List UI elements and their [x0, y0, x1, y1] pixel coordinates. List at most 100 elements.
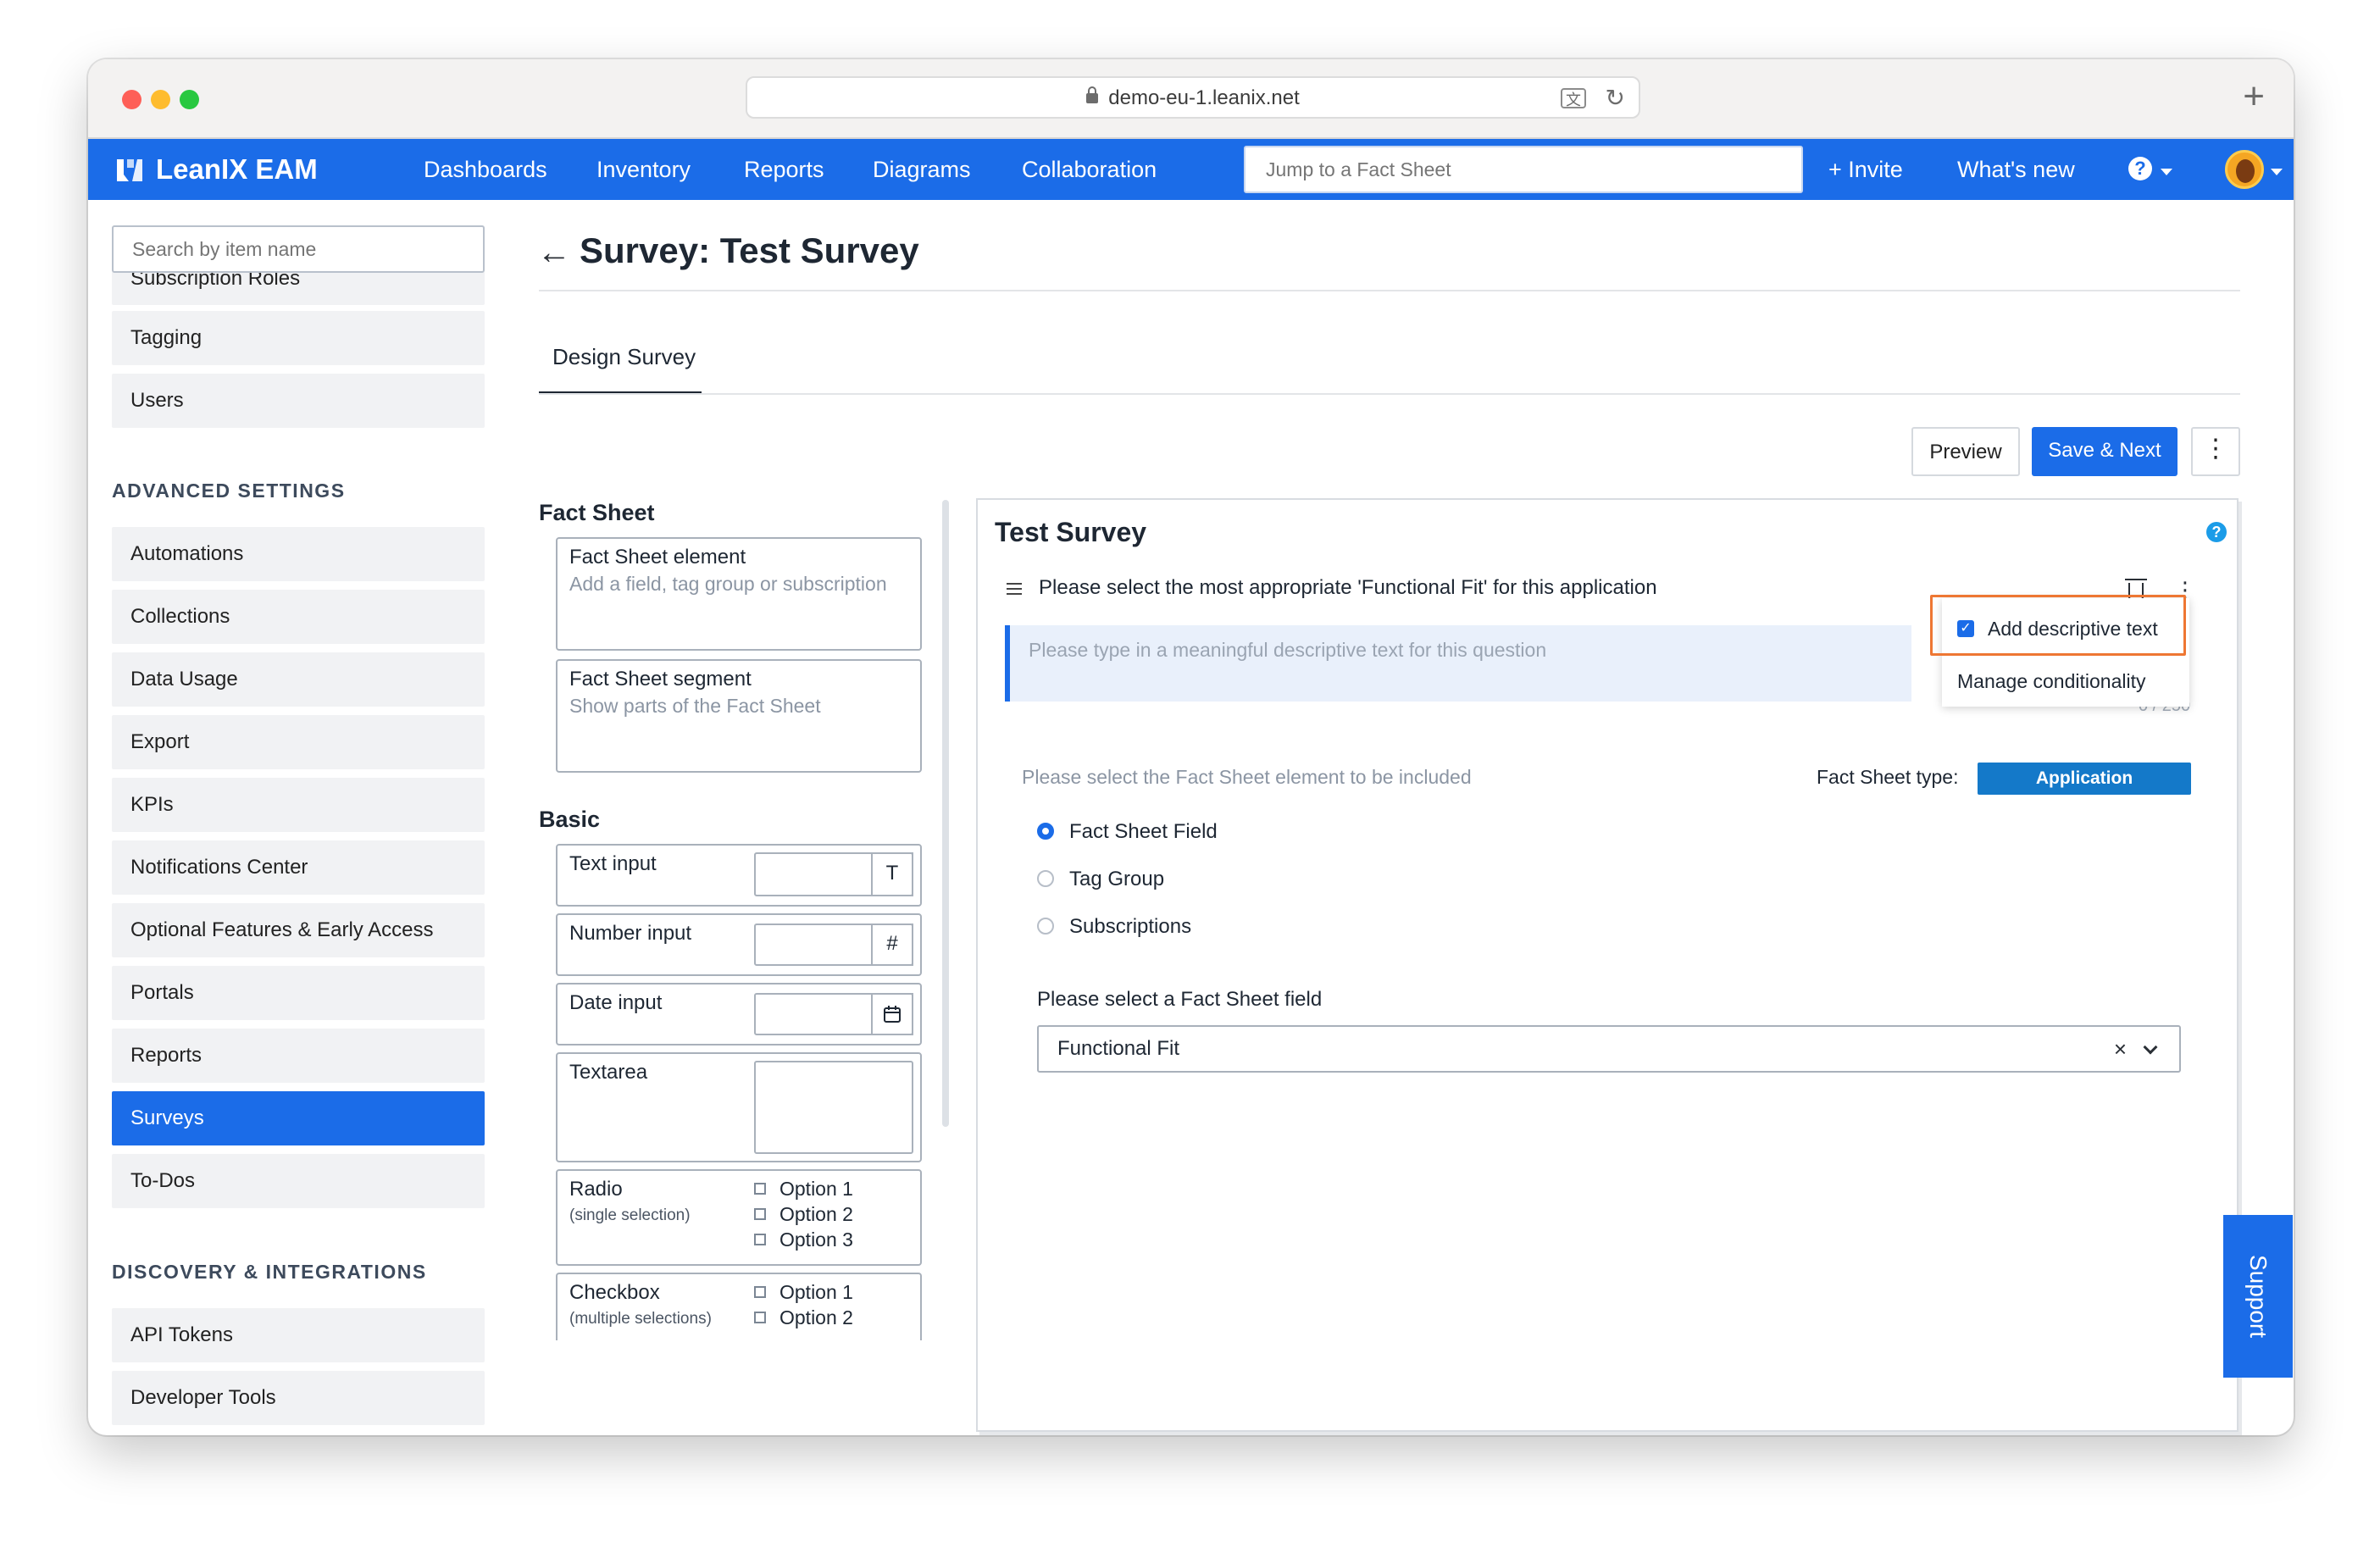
text-type-icon: T [871, 852, 913, 896]
option-label: Option 2 [779, 1203, 853, 1225]
tab-design-survey[interactable]: Design Survey [552, 344, 696, 370]
radio-option: Option 1 [754, 1178, 853, 1201]
radio-tag-group[interactable]: Tag Group [1037, 868, 1164, 891]
save-next-button[interactable]: Save & Next [2032, 427, 2178, 476]
new-tab-icon[interactable]: + [2243, 73, 2265, 120]
sidebar-item-to-dos[interactable]: To-Dos [112, 1154, 485, 1208]
menu-item-manage-conditionality[interactable]: Manage conditionality [1942, 656, 2189, 707]
option-box-icon [754, 1311, 766, 1323]
card-title: Radio [569, 1178, 623, 1201]
date-input-card[interactable]: Date input [556, 983, 922, 1046]
maximize-window-button[interactable] [180, 90, 199, 109]
title-divider [539, 290, 2240, 291]
option-label: Option 1 [779, 1178, 853, 1200]
card-title: Fact Sheet element [569, 546, 746, 569]
translate-icon[interactable]: 文 [1561, 88, 1586, 108]
card-title: Number input [569, 922, 692, 945]
url-text: demo-eu-1.leanix.net [1108, 86, 1300, 109]
card-title: Date input [569, 991, 663, 1014]
sidebar-item-export[interactable]: Export [112, 715, 485, 769]
sidebar-item-portals[interactable]: Portals [112, 966, 485, 1020]
radio-subscriptions[interactable]: Subscriptions [1037, 915, 1191, 939]
option-label: Option 1 [779, 1281, 853, 1303]
text-input-preview: T [754, 852, 913, 896]
sidebar-item-api-tokens[interactable]: API Tokens [112, 1308, 485, 1362]
brand-name[interactable]: LeanIX EAM [156, 153, 318, 186]
sidebar-item-tagging[interactable]: Tagging [112, 311, 485, 365]
support-label: Support [2245, 1254, 2272, 1339]
info-icon[interactable]: ? [2206, 522, 2227, 542]
question-text: Please select the most appropriate 'Func… [1039, 576, 1657, 599]
sidebar-search-input[interactable] [112, 225, 485, 273]
back-arrow-icon[interactable]: ← [537, 236, 571, 269]
url-display: demo-eu-1.leanix.net [747, 78, 1639, 117]
fact-sheet-segment-card[interactable]: Fact Sheet segment Show parts of the Fac… [556, 659, 922, 773]
text-input-card[interactable]: Text input T [556, 844, 922, 907]
nav-collaboration[interactable]: Collaboration [1022, 154, 1157, 185]
sidebar-item-collections[interactable]: Collections [112, 590, 485, 644]
date-input-preview [754, 993, 913, 1035]
sidebar-item-users[interactable]: Users [112, 374, 485, 428]
reload-icon[interactable]: ↻ [1606, 85, 1625, 112]
minimize-window-button[interactable] [151, 90, 170, 109]
sidebar-item-surveys[interactable]: Surveys [112, 1091, 485, 1145]
invite-button[interactable]: + Invite [1828, 154, 1903, 185]
card-hint: (multiple selections) [569, 1310, 712, 1328]
advanced-settings-heading: ADVANCED SETTINGS [112, 480, 346, 502]
preview-button[interactable]: Preview [1911, 427, 2020, 476]
textarea-card[interactable]: Textarea [556, 1052, 922, 1162]
more-options-icon[interactable]: ⋮ [2191, 427, 2240, 476]
basic-heading: Basic [539, 807, 601, 832]
sidebar-item-kpis[interactable]: KPIs [112, 778, 485, 832]
fact-sheet-type-badge[interactable]: Application [1978, 763, 2191, 795]
sidebar-item-data-usage[interactable]: Data Usage [112, 652, 485, 707]
chevron-down-icon[interactable] [2143, 1040, 2158, 1055]
descriptive-text-area[interactable]: Please type in a meaningful descriptive … [1005, 625, 1911, 702]
number-input-card[interactable]: Number input # [556, 913, 922, 976]
jump-to-fact-sheet-input[interactable] [1244, 146, 1803, 193]
sidebar-item-developer-tools[interactable]: Developer Tools [112, 1371, 485, 1425]
card-title: Textarea [569, 1061, 648, 1084]
page-title: Survey: Test Survey [580, 230, 919, 270]
nav-inventory[interactable]: Inventory [596, 154, 691, 185]
support-tab[interactable]: Support [2223, 1215, 2293, 1378]
browser-titlebar: demo-eu-1.leanix.net 文 ↻ + [88, 59, 2294, 139]
card-title: Text input [569, 852, 657, 875]
radio-label: Subscriptions [1069, 915, 1192, 938]
palette-scrollbar[interactable] [942, 500, 949, 1127]
discovery-integrations-heading: DISCOVERY & INTEGRATIONS [112, 1261, 427, 1283]
radio-option: Option 3 [754, 1229, 853, 1251]
radio-option: Option 2 [754, 1203, 853, 1226]
fact-sheet-element-card[interactable]: Fact Sheet element Add a field, tag grou… [556, 537, 922, 651]
drag-handle-icon[interactable] [1007, 583, 1022, 595]
sidebar-item-notifications-center[interactable]: Notifications Center [112, 840, 485, 895]
nav-dashboards[interactable]: Dashboards [424, 154, 547, 185]
checkbox-option: Option 2 [754, 1306, 853, 1329]
avatar-caret-icon[interactable] [2271, 169, 2283, 175]
option-label: Option 3 [779, 1229, 853, 1251]
address-bar[interactable]: demo-eu-1.leanix.net 文 ↻ [746, 76, 1640, 119]
select-element-label: Please select the Fact Sheet element to … [1022, 766, 1472, 788]
radio-unselected-icon [1037, 869, 1054, 887]
user-avatar[interactable] [2225, 150, 2264, 189]
descriptive-text-placeholder: Please type in a meaningful descriptive … [1029, 639, 1547, 661]
radio-fact-sheet-field[interactable]: Fact Sheet Field [1037, 820, 1218, 844]
whats-new-link[interactable]: What's new [1957, 154, 2075, 185]
close-window-button[interactable] [122, 90, 141, 109]
highlight-box [1930, 595, 2186, 656]
sidebar-item-subscription-roles[interactable]: Subscription Roles [112, 271, 485, 305]
sidebar-item-reports[interactable]: Reports [112, 1029, 485, 1083]
sidebar-item-automations[interactable]: Automations [112, 527, 485, 581]
calendar-icon [871, 993, 913, 1035]
radio-card[interactable]: Radio (single selection) Option 1 Option… [556, 1169, 922, 1266]
help-caret-icon[interactable] [2161, 169, 2172, 175]
nav-diagrams[interactable]: Diagrams [873, 154, 971, 185]
checkbox-card[interactable]: Checkbox (multiple selections) Option 1 … [556, 1273, 922, 1340]
sidebar-item-optional-features[interactable]: Optional Features & Early Access [112, 903, 485, 957]
clear-icon[interactable]: × [2114, 1037, 2127, 1061]
textarea-preview [754, 1061, 913, 1154]
fact-sheet-field-select[interactable]: Functional Fit × [1037, 1025, 2181, 1073]
help-icon[interactable]: ? [2128, 157, 2152, 180]
leanix-logo-icon [117, 159, 142, 181]
nav-reports[interactable]: Reports [744, 154, 824, 185]
